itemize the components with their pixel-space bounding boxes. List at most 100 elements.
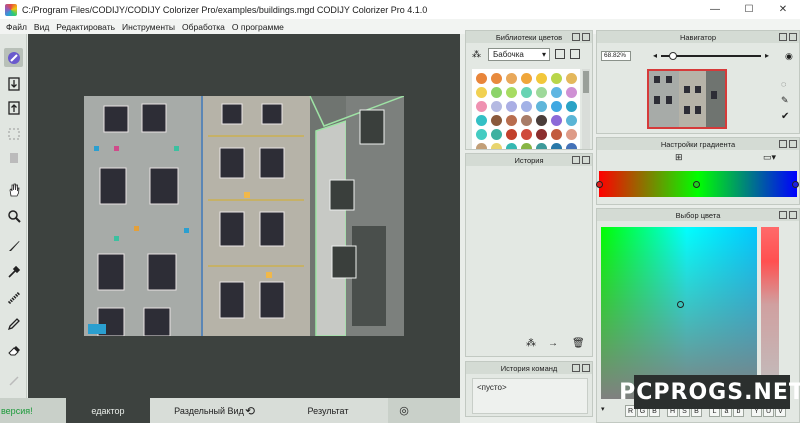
gradient-stop-start[interactable]	[596, 181, 603, 188]
color-swatch[interactable]	[536, 87, 547, 98]
zoom-input[interactable]: 68.82%	[601, 51, 631, 61]
library-select[interactable]: Бабочка ▾	[488, 48, 550, 61]
menu-file[interactable]: Файл	[6, 22, 27, 32]
color-swatch[interactable]	[521, 129, 532, 140]
color-swatch[interactable]	[506, 143, 517, 149]
command-history-item[interactable]: <пусто>	[477, 383, 507, 392]
color-field[interactable]	[601, 227, 757, 399]
users-icon[interactable]: ⁂	[526, 338, 536, 349]
color-swatch[interactable]	[491, 101, 502, 112]
tab-editor[interactable]: едактор	[66, 398, 150, 423]
color-swatch[interactable]	[491, 87, 502, 98]
swap-icon[interactable]: ⟲	[240, 398, 260, 423]
close-button[interactable]: ✕	[766, 0, 800, 19]
color-swatch[interactable]	[521, 101, 532, 112]
import-icon[interactable]	[4, 74, 23, 93]
trash-icon[interactable]: 🗑	[572, 338, 585, 349]
color-swatch[interactable]	[476, 129, 487, 140]
float-icon[interactable]	[779, 140, 787, 148]
color-swatch[interactable]	[506, 129, 517, 140]
color-swatch[interactable]	[536, 101, 547, 112]
color-swatch[interactable]	[506, 115, 517, 126]
add-gradient-icon[interactable]: ⊞	[675, 152, 683, 163]
close-panel-icon[interactable]	[789, 140, 797, 148]
color-cursor[interactable]	[677, 301, 684, 308]
color-swatch[interactable]	[521, 87, 532, 98]
eraser-icon[interactable]	[4, 340, 23, 359]
color-swatch[interactable]	[551, 129, 562, 140]
float-icon[interactable]	[779, 33, 787, 41]
color-swatch[interactable]	[491, 73, 502, 84]
color-swatch[interactable]	[566, 143, 577, 149]
color-swatch[interactable]	[476, 87, 487, 98]
color-swatch[interactable]	[551, 115, 562, 126]
mode-prev-icon[interactable]: ▾	[601, 405, 605, 413]
float-icon[interactable]	[572, 156, 580, 164]
tab-result[interactable]: Результат	[268, 398, 388, 423]
hand-icon[interactable]	[4, 180, 23, 199]
float-icon[interactable]	[572, 33, 580, 41]
hue-slider[interactable]	[761, 227, 779, 399]
menu-about[interactable]: О программе	[232, 22, 284, 32]
color-swatch[interactable]	[476, 101, 487, 112]
color-swatch[interactable]	[551, 87, 562, 98]
color-swatch[interactable]	[566, 115, 577, 126]
texture-icon[interactable]	[4, 288, 23, 307]
color-swatch[interactable]	[566, 87, 577, 98]
color-swatch[interactable]	[476, 115, 487, 126]
color-swatch[interactable]	[536, 143, 547, 149]
swatch-scrollbar[interactable]	[582, 69, 590, 149]
color-swatch[interactable]	[566, 73, 577, 84]
zoom-icon[interactable]	[4, 206, 23, 225]
brush-color-icon[interactable]	[4, 48, 23, 67]
zoom-slider-handle[interactable]	[669, 52, 677, 60]
chat-icon[interactable]: ◌	[781, 79, 786, 89]
color-swatch[interactable]	[506, 73, 517, 84]
pencil-icon[interactable]	[4, 314, 23, 333]
selection-icon[interactable]	[4, 124, 23, 143]
close-panel-icon[interactable]	[582, 364, 590, 372]
color-swatch[interactable]	[491, 115, 502, 126]
open-library-icon[interactable]	[555, 49, 565, 59]
color-swatch[interactable]	[476, 143, 487, 149]
color-swatch[interactable]	[566, 129, 577, 140]
float-icon[interactable]	[779, 211, 787, 219]
compare-icon[interactable]: ◎	[392, 398, 416, 423]
check-icon[interactable]: ✔	[781, 111, 789, 122]
gradient-stop-mid[interactable]	[693, 181, 700, 188]
eye-icon[interactable]: ◉	[785, 51, 793, 62]
color-swatch[interactable]	[521, 143, 532, 149]
close-panel-icon[interactable]	[582, 33, 590, 41]
menu-edit[interactable]: Редактировать	[56, 22, 115, 32]
gradient-stop-end[interactable]	[792, 181, 799, 188]
minimize-button[interactable]: —	[698, 0, 732, 19]
color-swatch[interactable]	[521, 115, 532, 126]
zoom-out-icon[interactable]: ◂	[653, 51, 657, 60]
dropper-icon[interactable]	[4, 262, 23, 281]
color-swatch[interactable]	[536, 129, 547, 140]
color-swatch[interactable]	[536, 115, 547, 126]
close-panel-icon[interactable]	[789, 211, 797, 219]
color-swatch[interactable]	[551, 101, 562, 112]
zoom-in-icon[interactable]: ▸	[765, 51, 769, 60]
color-swatch[interactable]	[521, 73, 532, 84]
color-swatch[interactable]	[566, 101, 577, 112]
color-swatch[interactable]	[536, 73, 547, 84]
arrow-right-icon[interactable]: →	[548, 338, 558, 349]
menu-tools[interactable]: Инструменты	[122, 22, 175, 32]
menu-process[interactable]: Обработка	[182, 22, 225, 32]
color-swatch[interactable]	[491, 129, 502, 140]
save-library-icon[interactable]	[570, 49, 580, 59]
brush-icon[interactable]	[4, 236, 23, 255]
swatch-grid[interactable]	[472, 69, 580, 149]
menu-view[interactable]: Вид	[34, 22, 49, 32]
color-swatch[interactable]	[491, 143, 502, 149]
color-swatch[interactable]	[476, 73, 487, 84]
navigator-thumbnail[interactable]	[647, 69, 727, 129]
pencil-icon[interactable]: ✎	[781, 95, 789, 106]
color-swatch[interactable]	[506, 101, 517, 112]
color-swatch[interactable]	[551, 143, 562, 149]
export-icon[interactable]	[4, 98, 23, 117]
photo-canvas[interactable]	[84, 96, 404, 336]
close-panel-icon[interactable]	[582, 156, 590, 164]
